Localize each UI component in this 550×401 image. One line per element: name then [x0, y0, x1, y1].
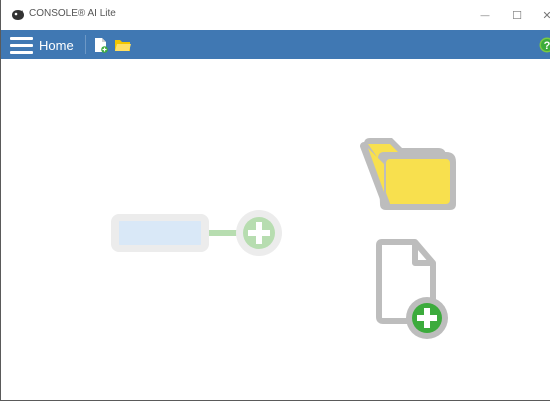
new-file-icon[interactable] — [94, 37, 108, 53]
title-bar: CONSOLE® AI Lite — ☐ ✕ — [1, 0, 550, 30]
help-glyph: ? — [544, 40, 550, 52]
minimize-icon: — — [480, 10, 490, 20]
close-button[interactable]: ✕ — [533, 0, 550, 30]
open-folder-large-icon[interactable] — [356, 134, 461, 214]
help-icon[interactable]: ? — [539, 37, 550, 53]
window-title: CONSOLE® AI Lite — [29, 8, 116, 19]
app-logo-icon — [12, 10, 24, 20]
maximize-icon: ☐ — [512, 9, 522, 22]
hamburger-menu-icon[interactable] — [10, 36, 33, 54]
workspace-area — [1, 59, 550, 400]
maximize-button[interactable]: ☐ — [503, 0, 531, 30]
home-button[interactable]: Home — [39, 38, 74, 53]
open-folder-icon[interactable] — [114, 38, 132, 52]
main-toolbar: Home ? — [1, 30, 550, 59]
new-file-large-icon[interactable] — [371, 239, 451, 344]
close-icon: ✕ — [542, 9, 550, 22]
add-node-placeholder-icon — [111, 210, 282, 256]
app-window: CONSOLE® AI Lite — ☐ ✕ Home ? — [0, 0, 550, 401]
toolbar-divider — [85, 35, 86, 54]
minimize-button[interactable]: — — [471, 0, 499, 30]
